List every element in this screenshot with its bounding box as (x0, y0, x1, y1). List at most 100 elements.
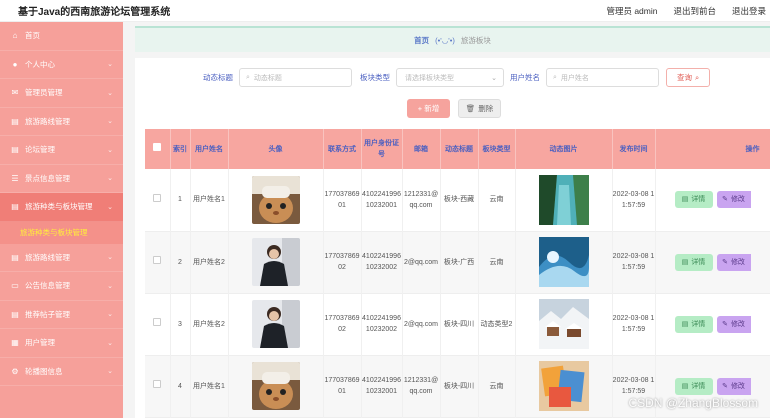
row-checkbox[interactable] (153, 193, 162, 202)
sidebar-item[interactable]: ✉ 管理员管理 ⌄ (0, 79, 123, 108)
index-cell-text: 2 (178, 258, 182, 266)
avatar-cell (228, 293, 324, 355)
post-title-text: 板块-四川 (443, 320, 475, 328)
column-header: 联系方式 (323, 129, 362, 169)
sidebar-item[interactable]: ☰ 景点信息管理 ⌄ (0, 165, 123, 193)
publish-time-cell: 2022-03-08 11:57:59 (612, 355, 656, 417)
index-cell-text: 3 (178, 320, 182, 328)
index-cell: 4 (170, 355, 191, 417)
column-header: 用户身份证号 (361, 129, 403, 169)
phone-text: 17703786901 (324, 377, 360, 395)
name-search-input[interactable]: ⌕ 用户姓名 (546, 68, 659, 87)
select-all-checkbox-cell[interactable] (145, 129, 171, 169)
edit-icon: ✎ (722, 382, 728, 390)
mail-icon: ✉ (11, 88, 19, 98)
email-cell: 2@qq.com (402, 293, 441, 355)
detail-button[interactable]: ▤ 详情 (674, 377, 713, 395)
sidebar-item-label: 论坛管理 (25, 145, 55, 155)
trash-icon: 🗑 (465, 104, 476, 113)
avatar-cell (228, 355, 324, 417)
sidebar-item[interactable]: ▤ 旅游路线管理 ⌄ (0, 244, 123, 272)
detail-button[interactable]: ▤ 详情 (674, 253, 713, 271)
column-header: 用户姓名 (190, 129, 229, 169)
post-image (538, 237, 589, 287)
column-header: 邮箱 (402, 129, 441, 169)
sidebar-item[interactable]: ⚙ 轮播图信息 ⌄ (0, 358, 123, 386)
checkbox-cell[interactable] (145, 231, 171, 293)
chevron-down-icon: ⌄ (107, 89, 113, 97)
checkbox-cell[interactable] (145, 355, 171, 417)
sidebar-item[interactable]: ▤ 旅游种类与板块管理 ⌄ (0, 193, 123, 222)
post-title-cell: 板块-四川 (440, 355, 479, 417)
sidebar-item-label: 旅游路线管理 (25, 116, 70, 126)
sidebar-subitem[interactable]: 旅游种类与板块管理 (0, 221, 123, 244)
logout-link[interactable]: 退出登录 (732, 5, 766, 17)
type-select-placeholder: 请选择板块类型 (405, 74, 454, 82)
post-image-cell (515, 169, 613, 231)
data-table: 索引 用户姓名 头像 联系方式 用户身份证号 邮箱 动态标题 板块类型 动态图片 发布时间 操作 1… (145, 129, 770, 418)
post-title-cell: 板块-广西 (440, 231, 479, 293)
id-number-text: 410224199610232002 (362, 315, 401, 333)
row-checkbox[interactable] (153, 318, 162, 326)
sidebar-item[interactable]: ▤ 论坛管理 ⌄ (0, 136, 123, 165)
phone-cell: 17703786901 (323, 355, 362, 417)
exit-to-frontend-link[interactable]: 退出到前台 (673, 5, 716, 17)
board-type-text: 云南 (489, 196, 504, 204)
sidebar-item[interactable]: ▦ 用户管理 ⌄ (0, 329, 123, 358)
index-cell: 3 (170, 293, 191, 355)
board-type-text: 动态类型2 (480, 320, 513, 328)
user-name-text: 用户姓名2 (193, 320, 225, 328)
sidebar-item[interactable]: ● 个人中心 ⌄ (0, 51, 123, 79)
phone-text: 17703786902 (324, 315, 360, 333)
sidebar-item[interactable]: ▤ 推荐帖子管理 ⌄ (0, 301, 123, 329)
column-header: 索引 (170, 129, 191, 169)
add-button[interactable]: + 新增 (407, 99, 450, 118)
post-image (538, 174, 589, 225)
sidebar-item-label: 用户管理 (25, 338, 55, 348)
breadcrumb: 首页 (•'◡'•) 旅游板块 (135, 26, 770, 52)
phone-cell: 17703786901 (323, 169, 362, 231)
detail-icon: ▤ (681, 320, 689, 328)
edit-icon: ✎ (722, 258, 728, 266)
detail-button[interactable]: ▤ 详情 (674, 191, 713, 209)
search-bar: 动态标题 ⌕ 动态标题 板块类型 请选择板块类型 ⌄ 用户姓名 ⌕ 用户姓名 查… (135, 68, 770, 87)
edit-button[interactable]: ✎ 修改 (716, 377, 751, 395)
doc-icon: ▤ (11, 202, 19, 212)
breadcrumb-home[interactable]: 首页 (414, 35, 429, 46)
doc-icon: ▤ (11, 309, 19, 319)
board-type-text: 云南 (489, 258, 504, 266)
email-cell: 2@qq.com (402, 231, 441, 293)
id-number-text: 410224199610232001 (362, 377, 401, 395)
row-checkbox[interactable] (153, 380, 162, 388)
row-checkbox[interactable] (153, 256, 162, 264)
user-name-cell: 用户姓名2 (190, 231, 229, 293)
gear-icon: ⚙ (11, 366, 19, 376)
detail-icon: ▤ (681, 196, 689, 204)
sidebar-item[interactable]: ⌂ 首页 (0, 22, 123, 51)
sidebar-item-label: 推荐帖子管理 (25, 309, 70, 319)
type-select[interactable]: 请选择板块类型 ⌄ (396, 68, 504, 87)
chevron-down-icon: ⌄ (107, 368, 113, 376)
checkbox-cell[interactable] (145, 169, 171, 231)
query-button[interactable]: 查询 ⌕ (666, 68, 711, 87)
sidebar-item[interactable]: ▤ 旅游路线管理 ⌄ (0, 108, 123, 136)
post-image-cell (515, 293, 613, 355)
edit-button[interactable]: ✎ 修改 (716, 253, 751, 271)
title-search-input[interactable]: ⌕ 动态标题 (239, 68, 352, 87)
id-number-cell: 410224199610232002 (361, 293, 403, 355)
sidebar-item[interactable]: ▭ 公告信息管理 ⌄ (0, 272, 123, 301)
avatar (251, 175, 300, 224)
table-row: 2 用户姓名2 17703786902 410224199610232002 2@qq.… (145, 231, 770, 293)
select-all-checkbox[interactable] (153, 143, 162, 151)
user-name-cell: 用户姓名1 (190, 169, 229, 231)
publish-time-text: 2022-03-08 11:57:59 (612, 253, 655, 271)
edit-button[interactable]: ✎ 修改 (716, 315, 751, 333)
edit-button[interactable]: ✎ 修改 (716, 191, 751, 209)
checkbox-cell[interactable] (145, 293, 171, 355)
sidebar: ⌂ 首页 ● 个人中心 ⌄ ✉ 管理员管理 ⌄ ▤ 旅游路线管理 ⌄ ▤ 论坛管理 ⌄ ☰ 景点信息管理 ⌄ ▤ 旅… (0, 22, 123, 418)
table-row: 3 用户姓名2 17703786902 410224199610232002 2@qq.… (145, 293, 770, 355)
delete-button-label: 删除 (478, 104, 494, 113)
delete-button[interactable]: 🗑 删除 (458, 99, 501, 118)
detail-button[interactable]: ▤ 详情 (674, 315, 713, 333)
breadcrumb-current: 旅游板块 (460, 35, 491, 45)
